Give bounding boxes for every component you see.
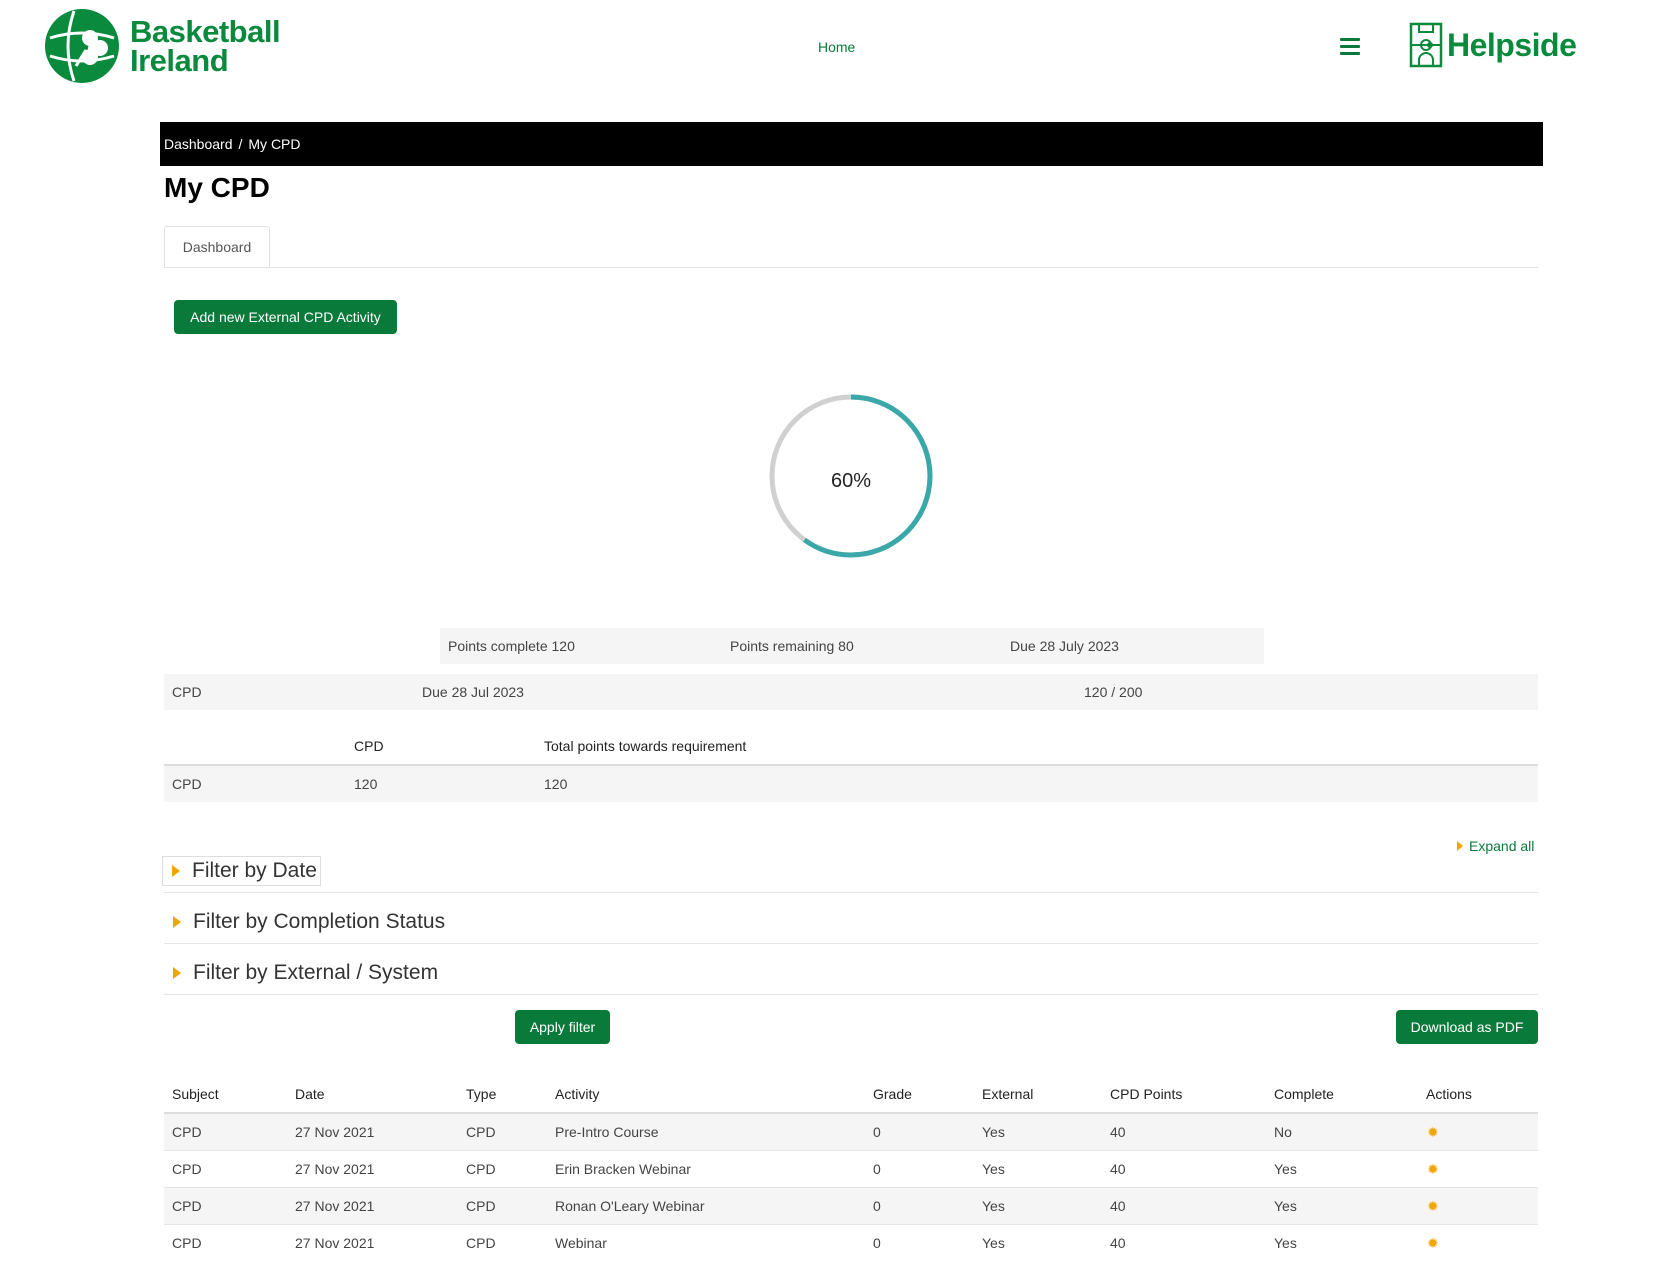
progress-percentage: 60% [830, 469, 872, 492]
cell-date: 27 Nov 2021 [295, 1198, 375, 1214]
col-type: Type [466, 1086, 497, 1102]
cell-grade: 0 [873, 1235, 881, 1251]
cell-type: CPD [466, 1124, 496, 1140]
points-complete: Points complete 120 [448, 638, 575, 654]
cell-grade: 0 [873, 1198, 881, 1214]
cell-complete: Yes [1274, 1235, 1297, 1251]
site-header: Basketball Ireland Home Helpside [0, 0, 1653, 115]
cell-external: Yes [982, 1235, 1005, 1251]
cell-date: 27 Nov 2021 [295, 1235, 375, 1251]
cell-external: Yes [982, 1124, 1005, 1140]
col-date: Date [295, 1086, 325, 1102]
cell-activity: Pre-Intro Course [555, 1124, 659, 1140]
cell-activity: Webinar [555, 1235, 607, 1251]
col-grade: Grade [873, 1086, 912, 1102]
hamburger-menu-icon[interactable] [1340, 38, 1360, 55]
requirement-points: 120 / 200 [1084, 684, 1143, 700]
breadcrumb-dashboard[interactable]: Dashboard [164, 136, 233, 152]
cell-complete: No [1274, 1124, 1292, 1140]
filter-completion-label: Filter by Completion Status [193, 910, 446, 933]
table-row: CPD 27 Nov 2021 CPD Ronan O'Leary Webina… [164, 1188, 1538, 1225]
filter-by-completion-status[interactable]: Filter by Completion Status [164, 901, 1538, 944]
col-external: External [982, 1086, 1034, 1102]
cell-cpd-points: 40 [1110, 1235, 1126, 1251]
filter-by-date[interactable]: Filter by Date [162, 850, 1538, 893]
cell-date: 27 Nov 2021 [295, 1161, 375, 1177]
cell-grade: 0 [873, 1161, 881, 1177]
points-row-subject: CPD [172, 776, 202, 792]
filter-by-external-system[interactable]: Filter by External / System [164, 952, 1538, 995]
cell-type: CPD [466, 1161, 496, 1177]
court-icon [1409, 22, 1443, 68]
cell-grade: 0 [873, 1124, 881, 1140]
nav-home-link[interactable]: Home [818, 39, 855, 55]
points-table-row: CPD 120 120 [164, 766, 1538, 802]
cell-external: Yes [982, 1161, 1005, 1177]
basketball-ireland-logo[interactable]: Basketball Ireland [44, 8, 281, 84]
requirement-due: Due 28 Jul 2023 [422, 684, 524, 700]
cell-cpd-points: 40 [1110, 1161, 1126, 1177]
gear-icon[interactable]: ✹ [1427, 1161, 1439, 1178]
cell-subject: CPD [172, 1161, 202, 1177]
logo-line-1: Basketball [130, 14, 281, 49]
cell-activity: Erin Bracken Webinar [555, 1161, 691, 1177]
requirement-subject: CPD [172, 684, 202, 700]
points-row-cpd: 120 [354, 776, 378, 792]
add-external-cpd-button[interactable]: Add new External CPD Activity [174, 300, 397, 334]
points-remaining: Points remaining 80 [730, 638, 854, 654]
col-activity: Activity [555, 1086, 600, 1102]
points-table-header: CPD Total points towards requirement [164, 728, 1538, 766]
table-row: CPD 27 Nov 2021 CPD Erin Bracken Webinar… [164, 1151, 1538, 1188]
page-title: My CPD [164, 172, 270, 203]
progress-ring: 60% [767, 392, 935, 560]
col-subject: Subject [172, 1086, 219, 1102]
tab-dashboard[interactable]: Dashboard [164, 226, 270, 267]
points-summary: Points complete 120 Points remaining 80 … [440, 628, 1264, 664]
breadcrumb: Dashboard / My CPD [160, 122, 1543, 166]
cell-activity: Ronan O'Leary Webinar [555, 1198, 705, 1214]
helpside-logo[interactable]: Helpside [1409, 22, 1577, 68]
breadcrumb-my-cpd[interactable]: My CPD [248, 136, 300, 152]
gear-icon[interactable]: ✹ [1427, 1235, 1439, 1252]
logo-text: Basketball Ireland [130, 14, 281, 78]
download-pdf-button[interactable]: Download as PDF [1396, 1010, 1538, 1044]
points-header-cpd: CPD [354, 738, 384, 754]
gear-icon[interactable]: ✹ [1427, 1124, 1439, 1141]
col-complete: Complete [1274, 1086, 1334, 1102]
cell-type: CPD [466, 1235, 496, 1251]
cell-cpd-points: 40 [1110, 1124, 1126, 1140]
table-row: CPD 27 Nov 2021 CPD Webinar 0 Yes 40 Yes… [164, 1225, 1538, 1261]
activity-table-header: Subject Date Type Activity Grade Externa… [164, 1076, 1538, 1114]
filter-external-label: Filter by External / System [193, 961, 439, 984]
gear-icon[interactable]: ✹ [1427, 1198, 1439, 1215]
cell-subject: CPD [172, 1124, 202, 1140]
col-cpd-points: CPD Points [1110, 1086, 1183, 1102]
logo-line-2: Ireland [130, 43, 229, 78]
cell-type: CPD [466, 1198, 496, 1214]
tab-bar: Dashboard [164, 226, 1538, 268]
apply-filter-button[interactable]: Apply filter [515, 1010, 610, 1044]
cell-subject: CPD [172, 1235, 202, 1251]
basketball-shamrock-icon [45, 9, 119, 83]
filter-date-label: Filter by Date [192, 859, 317, 882]
cell-date: 27 Nov 2021 [295, 1124, 375, 1140]
cell-complete: Yes [1274, 1198, 1297, 1214]
col-actions: Actions [1426, 1086, 1472, 1102]
breadcrumb-separator: / [238, 136, 243, 152]
points-row-total: 120 [544, 776, 568, 792]
caret-right-icon [173, 916, 181, 928]
caret-right-icon [173, 967, 181, 979]
cell-cpd-points: 40 [1110, 1198, 1126, 1214]
cell-external: Yes [982, 1198, 1005, 1214]
cell-subject: CPD [172, 1198, 202, 1214]
due-date: Due 28 July 2023 [1010, 638, 1119, 654]
cell-complete: Yes [1274, 1161, 1297, 1177]
requirement-row: CPD Due 28 Jul 2023 120 / 200 [164, 674, 1538, 710]
table-row: CPD 27 Nov 2021 CPD Pre-Intro Course 0 Y… [164, 1114, 1538, 1151]
helpside-text: Helpside [1447, 26, 1577, 63]
caret-right-icon [172, 865, 180, 877]
points-header-total: Total points towards requirement [544, 738, 747, 754]
